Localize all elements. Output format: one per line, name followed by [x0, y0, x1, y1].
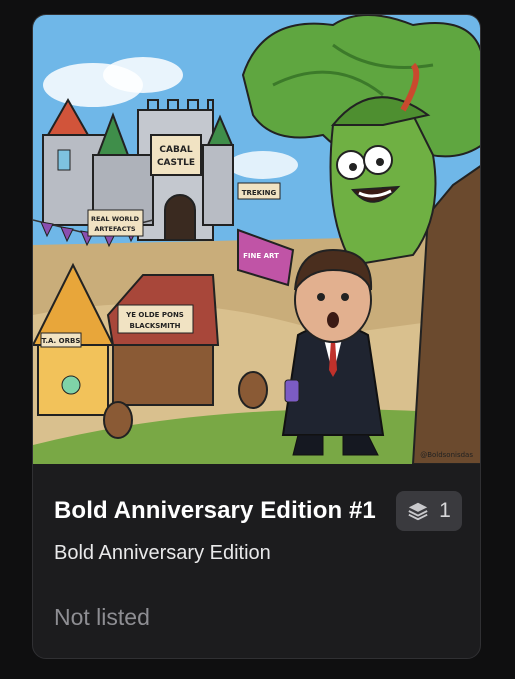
artifacts-sign-line1: REAL WORLD: [91, 215, 140, 223]
trekking-sign: TREKING: [242, 189, 277, 197]
orbs-sign: T.A. ORBS: [42, 337, 81, 345]
nft-title[interactable]: Bold Anniversary Edition #1: [54, 497, 376, 525]
nft-card[interactable]: CABAL CASTLE T.A. ORBS YE OLDE PONS BLAC…: [32, 14, 481, 659]
fine-art-sign: FINE ART: [243, 252, 279, 260]
artist-signature: @Boldsonisdas: [420, 451, 473, 459]
castle-sign-line2: CASTLE: [157, 158, 195, 168]
nft-artwork[interactable]: CABAL CASTLE T.A. ORBS YE OLDE PONS BLAC…: [33, 15, 481, 464]
castle-sign-line1: CABAL: [159, 145, 192, 155]
edition-count-badge: 1: [396, 491, 462, 531]
artifacts-sign-line2: ARTEFACTS: [94, 225, 136, 233]
edition-count: 1: [439, 499, 451, 522]
suited-man: [281, 248, 385, 456]
listing-status: Not listed: [54, 604, 150, 630]
blacksmith-sign-line1: YE OLDE PONS: [125, 311, 184, 319]
layers-icon: [407, 500, 429, 522]
blacksmith-sign-line2: BLACKSMITH: [129, 322, 180, 330]
collection-name[interactable]: Bold Anniversary Edition: [54, 542, 271, 565]
